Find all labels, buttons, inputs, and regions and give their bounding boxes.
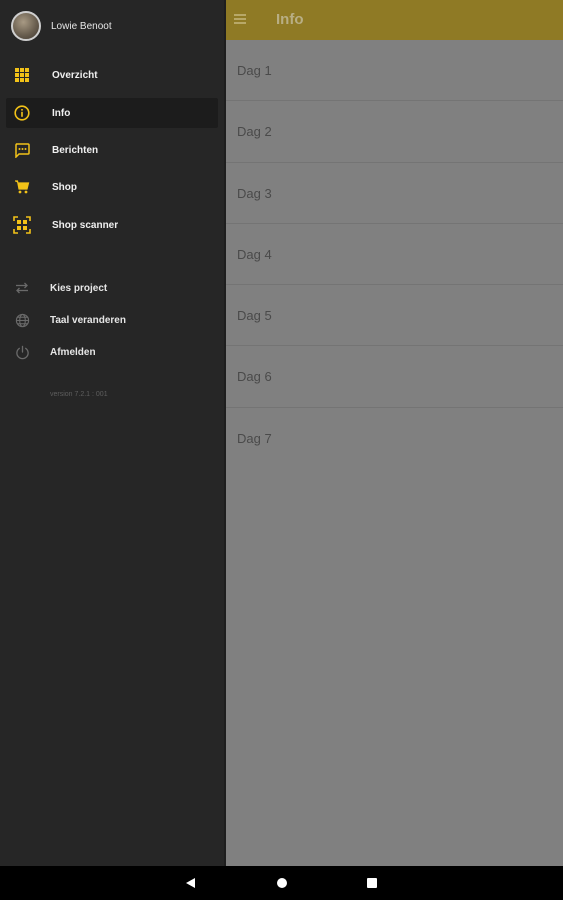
list-item[interactable]: Dag 6 bbox=[226, 346, 563, 408]
recent-apps-icon[interactable] bbox=[365, 876, 379, 890]
list-item[interactable]: Dag 1 bbox=[226, 40, 563, 102]
navigation-drawer: Lowie Benoot Overzicht Info Berichten Sh… bbox=[0, 0, 224, 866]
list-item[interactable]: Dag 7 bbox=[226, 408, 563, 469]
avatar bbox=[11, 11, 41, 41]
sidebar-item-label: Overzicht bbox=[52, 69, 98, 81]
home-icon[interactable] bbox=[275, 876, 289, 890]
sidebar-item-label: Shop bbox=[52, 181, 77, 193]
sidebar-item-taal-veranderen[interactable]: Taal veranderen bbox=[6, 305, 218, 335]
user-name: Lowie Benoot bbox=[51, 20, 112, 32]
swap-icon bbox=[13, 279, 31, 297]
drawer-divider bbox=[224, 0, 226, 866]
list-item-label: Dag 4 bbox=[237, 246, 272, 262]
info-icon bbox=[13, 104, 31, 122]
sidebar-item-label: Info bbox=[52, 107, 71, 119]
grid-icon bbox=[13, 66, 31, 84]
day-list: Dag 1 Dag 2 Dag 3 Dag 4 Dag 5 Dag 6 Dag … bbox=[226, 40, 563, 469]
sidebar-item-label: Kies project bbox=[50, 282, 108, 294]
list-item-label: Dag 1 bbox=[237, 63, 272, 78]
sidebar-item-label: Shop scanner bbox=[52, 219, 119, 231]
sidebar-item-label: Berichten bbox=[52, 144, 99, 156]
list-item-label: Dag 6 bbox=[237, 369, 272, 385]
system-nav-bar bbox=[0, 866, 563, 900]
sidebar-item-overzicht[interactable]: Overzicht bbox=[6, 60, 218, 90]
sidebar-item-afmelden[interactable]: Afmelden bbox=[6, 337, 218, 367]
cart-icon bbox=[13, 178, 31, 196]
list-item[interactable]: Dag 4 bbox=[226, 224, 563, 286]
list-item-label: Dag 3 bbox=[237, 185, 272, 201]
version-label: version 7.2.1 : 001 bbox=[50, 391, 108, 398]
menu-icon[interactable] bbox=[234, 14, 246, 25]
list-item[interactable]: Dag 5 bbox=[226, 285, 563, 347]
profile-header[interactable]: Lowie Benoot bbox=[11, 11, 112, 41]
list-item-label: Dag 5 bbox=[237, 308, 272, 324]
back-icon[interactable] bbox=[184, 876, 198, 890]
globe-icon bbox=[13, 311, 31, 329]
page-title: Info bbox=[276, 11, 304, 28]
list-item[interactable]: Dag 3 bbox=[226, 163, 563, 224]
sidebar-item-kies-project[interactable]: Kies project bbox=[6, 273, 218, 303]
message-icon bbox=[13, 141, 31, 159]
list-item-label: Dag 7 bbox=[237, 430, 272, 446]
scanner-icon bbox=[13, 216, 31, 234]
sidebar-item-info[interactable]: Info bbox=[6, 98, 218, 128]
sidebar-item-shop[interactable]: Shop bbox=[6, 172, 218, 202]
list-item[interactable]: Dag 2 bbox=[226, 101, 563, 163]
sidebar-item-berichten[interactable]: Berichten bbox=[6, 135, 218, 165]
sidebar-item-label: Taal veranderen bbox=[50, 314, 126, 326]
sidebar-item-label: Afmelden bbox=[50, 346, 96, 358]
power-icon bbox=[13, 343, 31, 361]
list-item-label: Dag 2 bbox=[237, 124, 272, 140]
sidebar-item-shop-scanner[interactable]: Shop scanner bbox=[6, 210, 218, 240]
